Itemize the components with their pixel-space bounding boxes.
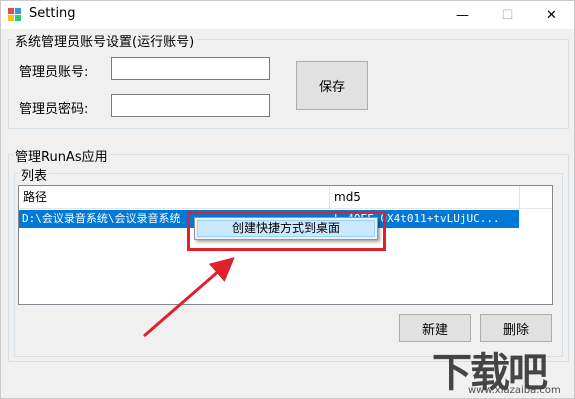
admin-group-legend: 系统管理员账号设置(运行账号)	[13, 31, 197, 50]
app-icon	[8, 8, 21, 21]
account-label: 管理员账号:	[19, 65, 89, 80]
password-label: 管理员密码:	[19, 102, 89, 117]
list-group-legend: 列表	[19, 165, 50, 184]
delete-button-label: 删除	[502, 322, 529, 338]
maximize-icon: ☐	[501, 7, 514, 23]
minimize-button[interactable]: —	[440, 1, 485, 29]
save-button-label: 保存	[318, 80, 345, 95]
delete-button[interactable]: 删除	[480, 314, 552, 342]
password-input[interactable]	[111, 94, 270, 117]
column-header-path[interactable]: 路径	[19, 186, 330, 208]
watermark: 下载吧 www.xiazaiba.com	[432, 340, 575, 399]
runas-group-legend: 管理RunAs应用	[13, 146, 110, 165]
admin-account-group	[8, 39, 569, 129]
window-title: Setting	[29, 6, 76, 21]
title-bar: Setting — ☐ ✕	[1, 1, 574, 29]
close-button[interactable]: ✕	[529, 1, 574, 29]
account-input[interactable]	[111, 57, 270, 80]
maximize-button[interactable]: ☐	[485, 1, 530, 29]
watermark-url: www.xiazaiba.com	[468, 385, 561, 396]
column-header-md5[interactable]: md5	[330, 186, 520, 208]
save-button[interactable]: 保存	[296, 61, 368, 110]
highlight-box	[187, 211, 386, 251]
new-button[interactable]: 新建	[399, 314, 471, 342]
minimize-icon: —	[456, 7, 469, 23]
close-icon: ✕	[546, 7, 557, 23]
list-header: 路径 md5	[19, 186, 552, 209]
new-button-label: 新建	[421, 322, 448, 338]
